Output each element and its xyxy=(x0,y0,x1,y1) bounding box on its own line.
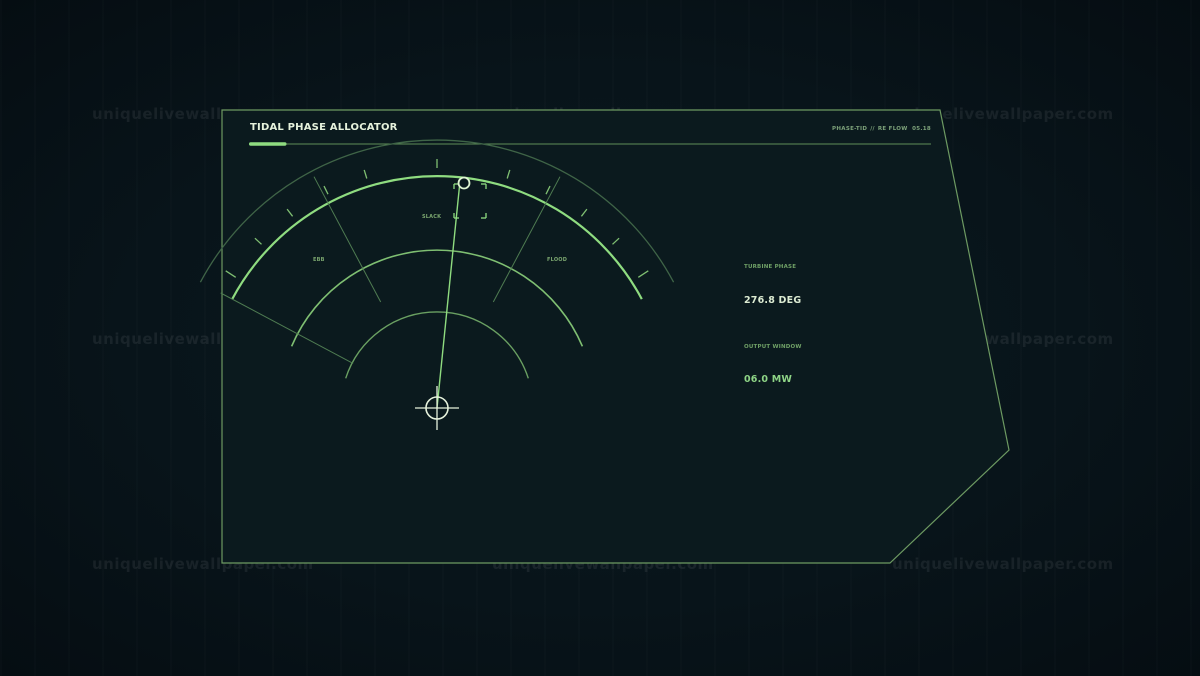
dial-label-ebb: EBB xyxy=(313,257,325,263)
dial-label-slack: SLACK xyxy=(422,214,442,220)
turbine-phase-value: 276.8 DEG xyxy=(744,295,802,306)
output-window-value: 06.0 MW xyxy=(744,374,793,385)
version-number: 05.18 xyxy=(912,126,931,132)
phase-marker-icon xyxy=(457,176,471,190)
flow-mode: RE FLOW xyxy=(877,126,908,132)
turbine-phase-label: TURBINE PHASE xyxy=(744,264,797,270)
hud-panel xyxy=(221,109,1010,564)
progress-bar-fill xyxy=(249,142,287,146)
wallpaper-background: uniquelivewallpaper.com uniquelivewallpa… xyxy=(0,0,1200,676)
output-window-label: OUTPUT WINDOW xyxy=(744,344,802,350)
header-meta: PHASE-TID//RE FLOW 05.18 xyxy=(832,126,931,132)
meta-separator: // xyxy=(870,126,875,132)
dial-label-flood: FLOOD xyxy=(547,257,568,263)
page-title: TIDAL PHASE ALLOCATOR xyxy=(250,122,398,133)
hud-graphics xyxy=(199,109,1010,564)
phase-code: PHASE-TID xyxy=(832,126,868,132)
